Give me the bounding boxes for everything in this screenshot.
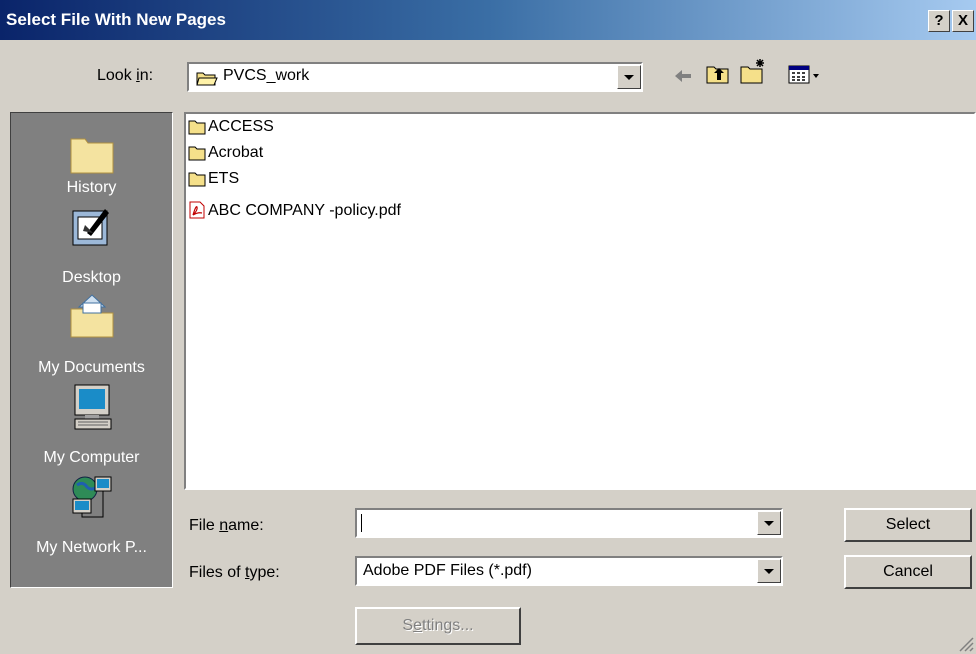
my-documents-icon	[70, 294, 114, 338]
file-name-input[interactable]	[355, 508, 783, 538]
network-places-icon	[72, 476, 112, 518]
my-computer-icon	[74, 384, 112, 430]
folder-icon	[188, 120, 206, 135]
file-list[interactable]	[184, 112, 976, 490]
create-new-folder-icon[interactable]	[740, 57, 768, 85]
places-bar: History Desktop My Documents My Computer	[10, 112, 173, 588]
look-in-dropdown-arrow[interactable]	[617, 65, 641, 89]
select-button[interactable]: Select	[844, 508, 972, 542]
place-my-computer[interactable]: My Computer	[11, 383, 172, 473]
folder-icon	[188, 146, 206, 161]
help-button[interactable]: ?	[928, 10, 950, 32]
text-cursor	[361, 514, 362, 532]
desktop-icon	[72, 209, 109, 246]
file-name-dropdown-arrow[interactable]	[757, 511, 781, 535]
folder-open-icon	[196, 72, 218, 86]
look-in-value: PVCS_work	[223, 67, 310, 84]
close-button[interactable]: X	[952, 10, 974, 32]
pdf-file-icon	[189, 201, 205, 219]
file-name-label: File name:	[189, 517, 264, 534]
place-my-documents[interactable]: My Documents	[11, 293, 172, 383]
file-type-dropdown-arrow[interactable]	[757, 559, 781, 583]
back-arrow-icon[interactable]	[672, 66, 694, 86]
history-folder-icon	[70, 138, 114, 174]
file-type-value: Adobe PDF Files (*.pdf)	[363, 562, 532, 579]
folder-icon	[188, 172, 206, 187]
file-type-label: Files of type:	[189, 564, 280, 581]
view-menu-icon[interactable]	[788, 64, 822, 86]
place-history[interactable]: History	[11, 113, 172, 203]
window-title: Select File With New Pages	[6, 10, 226, 29]
up-one-level-icon[interactable]	[706, 63, 730, 85]
cancel-button[interactable]: Cancel	[844, 555, 972, 589]
title-bar: Select File With New Pages ? X	[0, 0, 976, 40]
settings-button[interactable]: Settings...	[355, 607, 521, 645]
file-type-dropdown[interactable]: Adobe PDF Files (*.pdf)	[355, 556, 783, 586]
look-in-label: Look in:	[97, 67, 154, 84]
resize-grip-icon[interactable]	[954, 632, 974, 652]
look-in-dropdown[interactable]: PVCS_work	[187, 62, 643, 92]
place-my-network[interactable]: My Network P...	[11, 473, 172, 563]
place-desktop[interactable]: Desktop	[11, 203, 172, 293]
